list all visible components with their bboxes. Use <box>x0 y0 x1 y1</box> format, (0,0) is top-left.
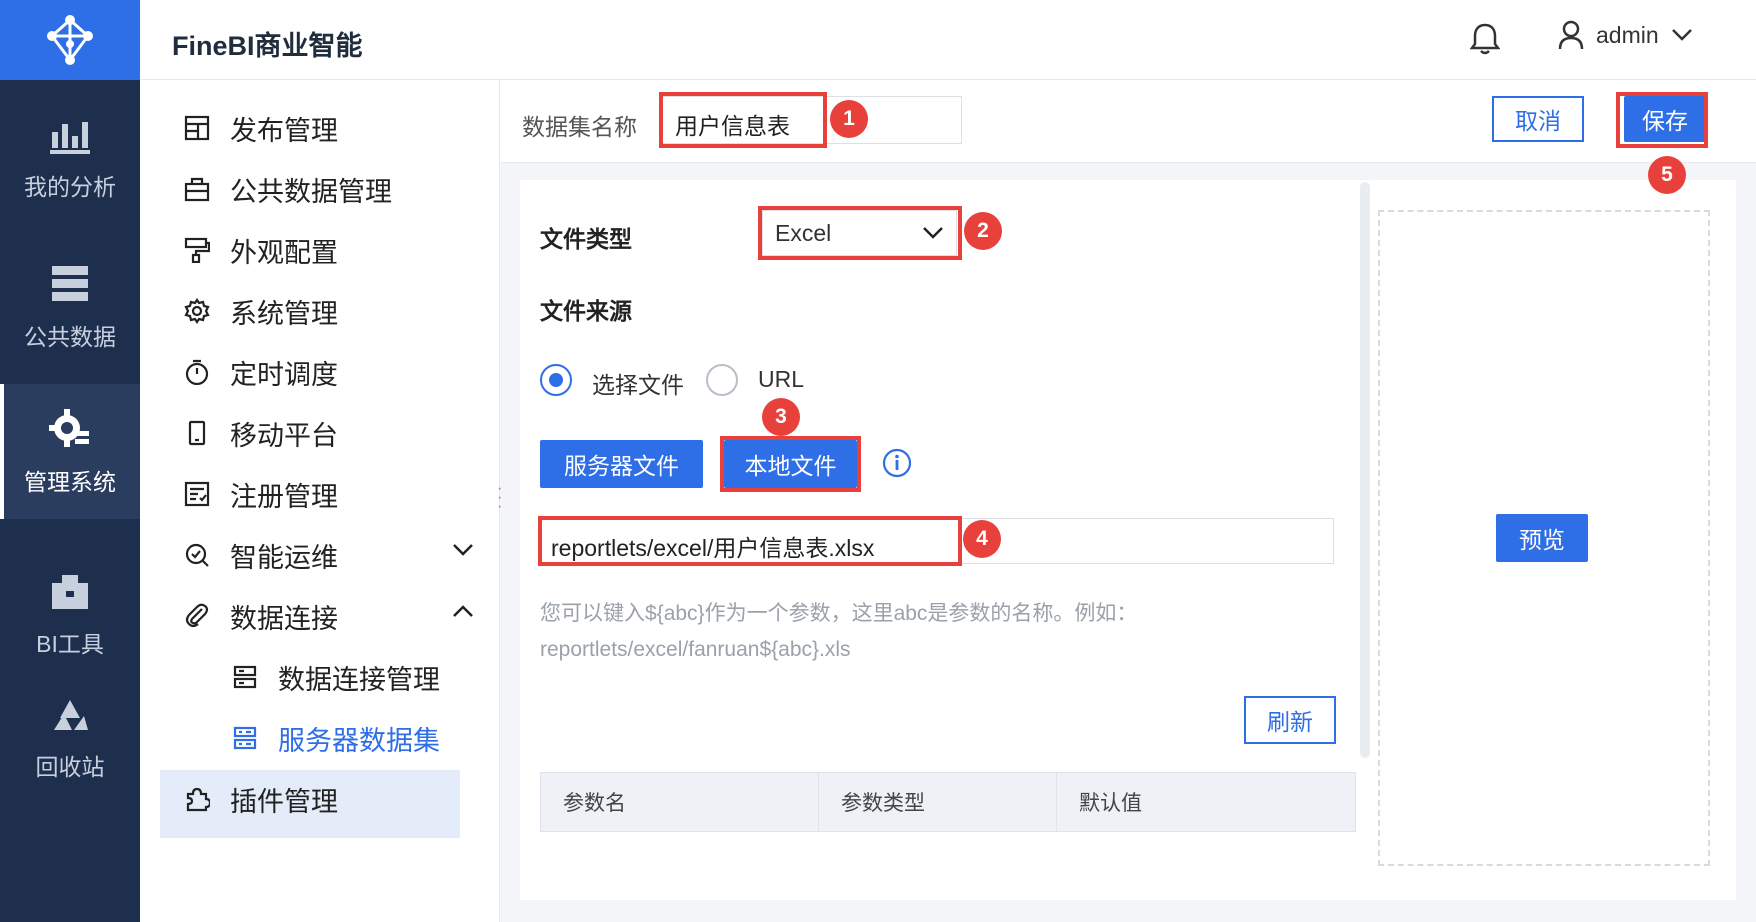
menu-label: 系统管理 <box>230 298 338 329</box>
dataset-toolbar: 数据集名称 用户信息表 取消 保存 <box>500 80 1756 163</box>
public-data-icon <box>52 265 88 301</box>
publish-icon <box>184 115 210 141</box>
file-path-input[interactable]: reportlets/excel/用户信息表.xlsx <box>540 518 1334 564</box>
param-hint-line1: 您可以键入${abc}作为一个参数，这里abc是参数的名称。例如： <box>540 602 1138 625</box>
refresh-button[interactable]: 刷新 <box>1244 696 1336 744</box>
annotation-badge-2: 2 <box>964 212 1002 250</box>
radio-url-label: URL <box>758 366 805 392</box>
rail-label: 公共数据 <box>24 323 116 350</box>
settings-gear-icon <box>184 298 210 324</box>
radio-choose-file[interactable] <box>540 364 572 396</box>
menu-label: 外观配置 <box>230 237 338 268</box>
menu-label: 智能运维 <box>230 542 338 573</box>
annotation-badge-4: 4 <box>963 520 1001 558</box>
mobile-icon <box>188 420 206 446</box>
file-type-value: Excel <box>775 219 832 246</box>
panel-resize-handle[interactable]: · · · <box>497 481 502 515</box>
manage-gear-icon <box>49 408 89 447</box>
param-table-header: 参数名 参数类型 默认值 <box>540 772 1356 832</box>
puzzle-icon <box>186 787 210 812</box>
dataset-name-input[interactable]: 用户信息表 <box>662 96 962 144</box>
annotation-badge-1: 1 <box>830 100 868 138</box>
annotation-badge-3: 3 <box>762 398 800 436</box>
server-file-button[interactable]: 服务器文件 <box>540 440 703 488</box>
file-source-label: 文件来源 <box>540 298 632 324</box>
analysis-icon <box>50 121 90 154</box>
finebi-logo[interactable] <box>0 0 140 80</box>
user-menu[interactable]: admin <box>1558 20 1693 50</box>
menu-item-server-dataset[interactable]: 服务器数据集 <box>232 704 532 772</box>
user-name: admin <box>1596 21 1659 48</box>
top-header: FineBI商业智能 admin <box>140 0 1756 80</box>
file-type-label: 文件类型 <box>540 226 632 252</box>
menu-label: 移动平台 <box>230 420 338 451</box>
rail-label: BI工具 <box>36 630 104 657</box>
connection-manage-icon <box>233 665 257 689</box>
menu-label: 插件管理 <box>230 786 338 817</box>
menu-item-mobile[interactable]: 移动平台 <box>184 399 484 467</box>
menu-item-system[interactable]: 系统管理 <box>184 277 484 345</box>
rail-item-bi-tools[interactable]: BI工具 <box>0 548 140 683</box>
timer-icon <box>185 359 209 385</box>
col-param-name: 参数名 <box>541 773 819 831</box>
preview-button[interactable]: 预览 <box>1496 514 1588 562</box>
menu-item-data-connection-manage[interactable]: 数据连接管理 <box>232 643 532 711</box>
notification-bell-icon[interactable] <box>1469 22 1501 61</box>
form-scrollbar[interactable] <box>1360 182 1370 758</box>
paint-roller-icon <box>184 237 210 263</box>
public-data-manage-icon <box>184 177 210 202</box>
menu-label: 服务器数据集 <box>278 725 440 756</box>
chevron-down-icon <box>453 544 473 556</box>
local-file-button[interactable]: 本地文件 <box>724 440 857 488</box>
param-hint: 您可以键入${abc}作为一个参数，这里abc是参数的名称。例如： report… <box>540 596 1137 668</box>
recycle-icon <box>54 699 88 730</box>
nav-rail: 我的分析 公共数据 管理系统 BI工具 回收站 <box>0 0 140 922</box>
menu-item-data-connection[interactable]: 数据连接 <box>184 582 484 650</box>
app-title: FineBI商业智能 <box>172 31 363 61</box>
save-button[interactable]: 保存 <box>1624 96 1706 142</box>
registration-icon <box>184 481 210 507</box>
ops-icon <box>185 543 209 567</box>
menu-label: 数据连接管理 <box>278 664 440 695</box>
menu-item-ops[interactable]: 智能运维 <box>184 521 484 589</box>
rail-item-my-analysis[interactable]: 我的分析 <box>0 92 140 227</box>
menu-item-appearance[interactable]: 外观配置 <box>184 216 484 284</box>
menu-label: 注册管理 <box>230 481 338 512</box>
rail-label: 管理系统 <box>24 468 116 495</box>
paperclip-icon <box>185 603 209 628</box>
menu-label: 公共数据管理 <box>230 176 392 207</box>
radio-url[interactable] <box>706 364 738 396</box>
menu-item-public-data-manage[interactable]: 公共数据管理 <box>184 155 484 223</box>
dataset-name-label: 数据集名称 <box>522 114 637 140</box>
rail-item-public-data[interactable]: 公共数据 <box>0 240 140 375</box>
toolbox-icon <box>52 574 88 609</box>
param-hint-line2: reportlets/excel/fanruan${abc}.xls <box>540 638 851 661</box>
user-icon <box>1558 20 1584 50</box>
chevron-down-icon <box>923 227 943 239</box>
menu-label: 定时调度 <box>230 359 338 390</box>
rail-label: 我的分析 <box>24 173 116 200</box>
rail-item-management[interactable]: 管理系统 <box>0 384 140 519</box>
info-icon[interactable] <box>882 448 912 483</box>
annotation-badge-5: 5 <box>1648 156 1686 194</box>
menu-item-registration[interactable]: 注册管理 <box>184 460 484 528</box>
rail-item-recycle-bin[interactable]: 回收站 <box>0 672 140 807</box>
menu-item-schedule[interactable]: 定时调度 <box>184 338 484 406</box>
rail-label: 回收站 <box>35 753 105 780</box>
col-default-value: 默认值 <box>1079 792 1142 815</box>
secondary-menu: 发布管理 公共数据管理 外观配置 系统管理 定时调度 移动平台 注册管理 智能运… <box>140 80 500 922</box>
menu-label: 发布管理 <box>230 115 338 146</box>
menu-item-plugins[interactable]: 插件管理 <box>184 765 484 833</box>
col-param-type: 参数类型 <box>819 773 1057 831</box>
cancel-button[interactable]: 取消 <box>1492 96 1584 142</box>
chevron-down-icon <box>1671 29 1692 41</box>
menu-label: 数据连接 <box>230 603 338 634</box>
server-dataset-icon <box>233 726 257 750</box>
menu-item-publish[interactable]: 发布管理 <box>184 94 484 162</box>
file-type-select[interactable]: Excel <box>762 210 957 256</box>
radio-choose-file-label: 选择文件 <box>592 372 684 398</box>
logo-icon <box>47 15 93 65</box>
chevron-up-icon <box>453 605 473 617</box>
